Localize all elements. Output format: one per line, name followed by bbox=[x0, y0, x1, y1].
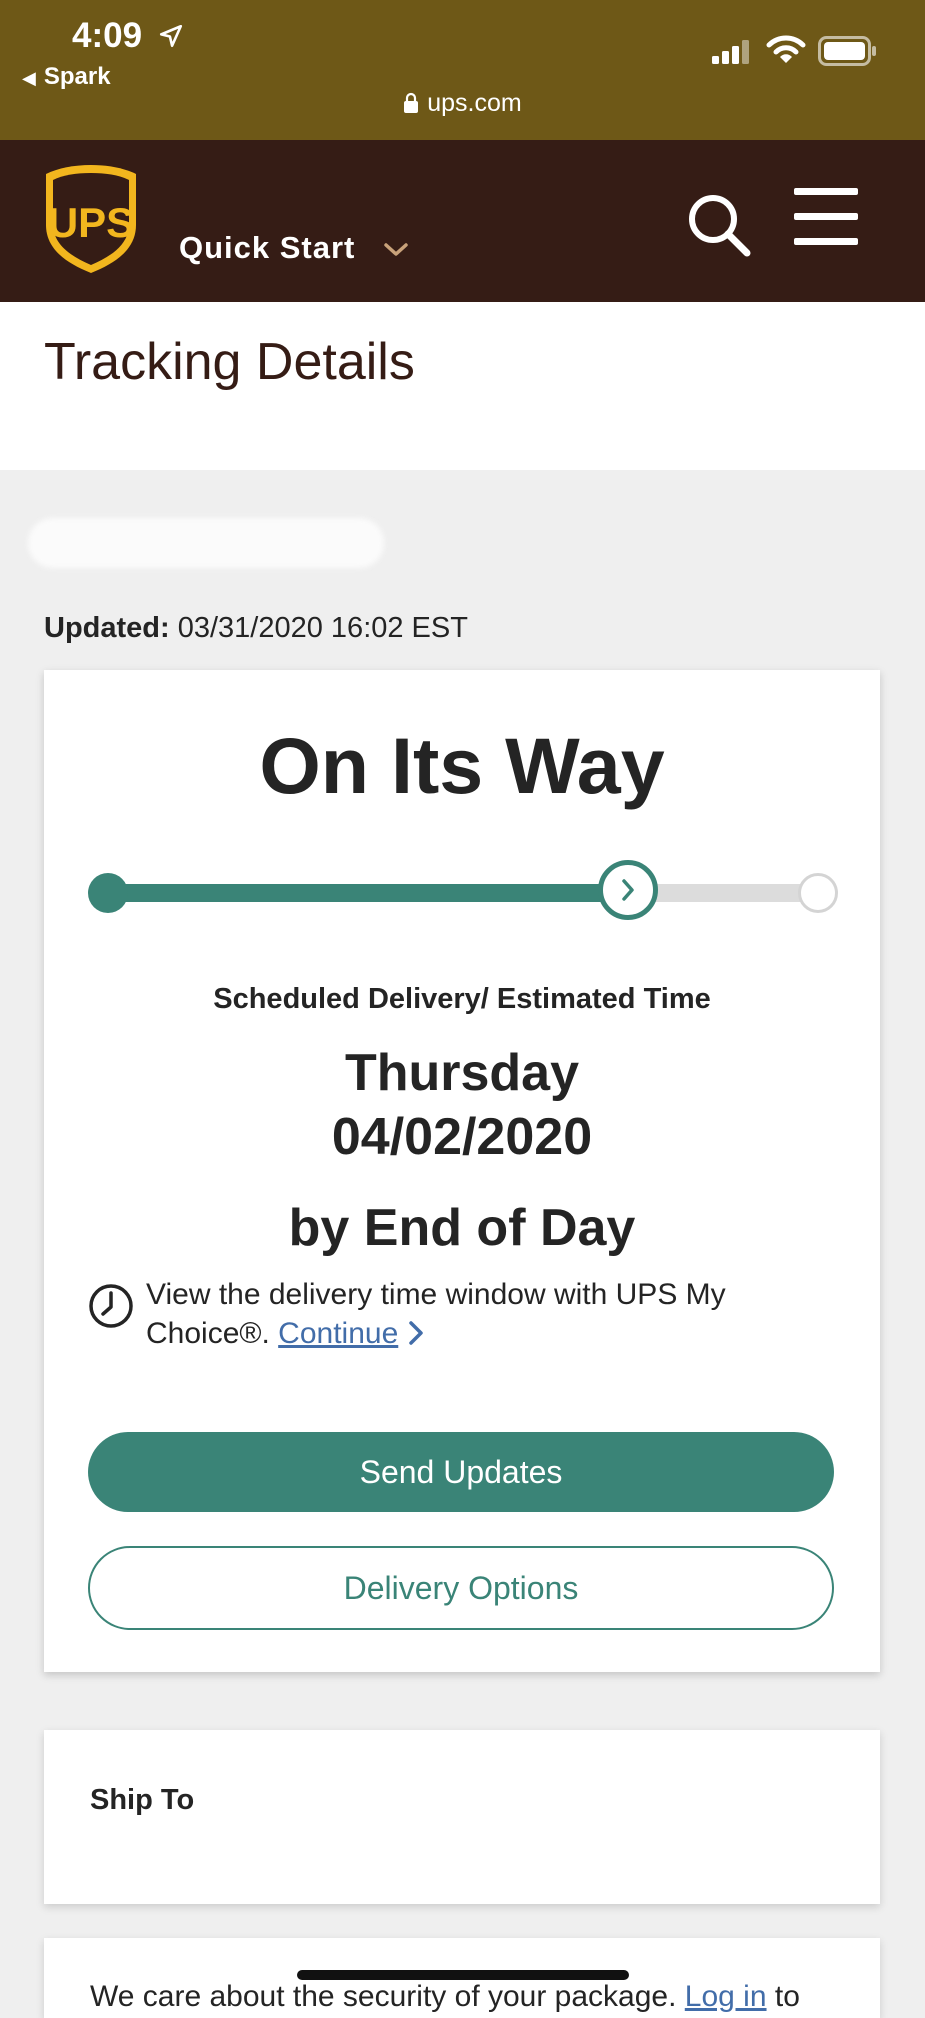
updated-label: Updated: bbox=[44, 612, 170, 644]
tracking-status-card: On Its Way Scheduled Delivery/ Estimated… bbox=[44, 670, 880, 1672]
page-title: Tracking Details bbox=[44, 333, 415, 391]
signal-icon bbox=[712, 40, 749, 64]
progress-end-dot bbox=[798, 873, 838, 913]
delivery-date: 04/02/2020 bbox=[331, 1108, 593, 1166]
back-app-label: Spark bbox=[43, 63, 111, 90]
search-icon bbox=[689, 195, 751, 257]
site-header: UPS Quick Start bbox=[0, 140, 925, 302]
progress-start-dot bbox=[88, 873, 128, 913]
updated-timestamp: Updated: 03/31/2020 16:02 EST bbox=[44, 612, 468, 645]
ship-to-card: Ship To bbox=[44, 1730, 880, 1904]
security-text: We care about the security of your packa… bbox=[90, 1980, 677, 2013]
chevron-right-icon[interactable] bbox=[408, 1320, 424, 1346]
url-bar[interactable]: ups.com bbox=[0, 89, 925, 118]
quick-start-dropdown[interactable]: Quick Start bbox=[179, 230, 409, 266]
quick-start-label: Quick Start bbox=[179, 230, 356, 265]
status-bar: 4:09 ◀ Spark ups.com bbox=[0, 0, 925, 140]
wifi-icon bbox=[766, 35, 806, 63]
security-message: We care about the security of your packa… bbox=[90, 1980, 800, 2014]
my-choice-message: View the delivery time window with UPS M… bbox=[146, 1275, 786, 1353]
delivery-day: Thursday bbox=[344, 1044, 580, 1102]
location-arrow-icon bbox=[159, 24, 182, 47]
delivery-options-button[interactable]: Delivery Options bbox=[88, 1546, 834, 1630]
home-indicator[interactable] bbox=[297, 1970, 629, 1980]
status-time-text: 4:09 bbox=[72, 15, 143, 55]
redacted-tracking-number bbox=[28, 518, 384, 568]
search-button[interactable] bbox=[686, 192, 752, 261]
my-choice-text: View the delivery time window with UPS M… bbox=[146, 1278, 726, 1350]
progress-fill bbox=[102, 884, 628, 902]
chevron-right-icon bbox=[622, 879, 634, 901]
chevron-down-icon bbox=[384, 243, 408, 256]
ups-logo[interactable]: UPS bbox=[44, 163, 138, 275]
clock-icon bbox=[89, 1284, 133, 1328]
back-arrow-icon: ◀ bbox=[22, 68, 36, 88]
security-trailing: to bbox=[774, 1980, 800, 2013]
login-link[interactable]: Log in bbox=[685, 1980, 767, 2013]
delivery-progress-bar bbox=[88, 860, 838, 920]
ups-logo-text: UPS bbox=[48, 199, 134, 246]
status-time: 4:09 bbox=[72, 14, 184, 56]
back-to-app-link[interactable]: ◀ Spark bbox=[22, 63, 111, 91]
scheduled-delivery-label: Scheduled Delivery/ Estimated Time bbox=[213, 983, 711, 1015]
delivery-time: by End of Day bbox=[288, 1199, 636, 1257]
url-text: ups.com bbox=[427, 89, 522, 117]
hamburger-menu-icon bbox=[794, 188, 858, 245]
lock-icon bbox=[404, 92, 419, 113]
title-section: Tracking Details bbox=[0, 302, 925, 470]
ship-to-label: Ship To bbox=[90, 1784, 195, 1816]
continue-link[interactable]: Continue bbox=[278, 1317, 398, 1350]
menu-button[interactable] bbox=[794, 186, 858, 251]
battery-icon bbox=[818, 36, 876, 66]
progress-current-marker bbox=[598, 860, 658, 920]
status-heading: On Its Way bbox=[259, 721, 665, 810]
updated-value: 03/31/2020 16:02 EST bbox=[177, 612, 468, 644]
send-updates-button[interactable]: Send Updates bbox=[88, 1432, 834, 1512]
